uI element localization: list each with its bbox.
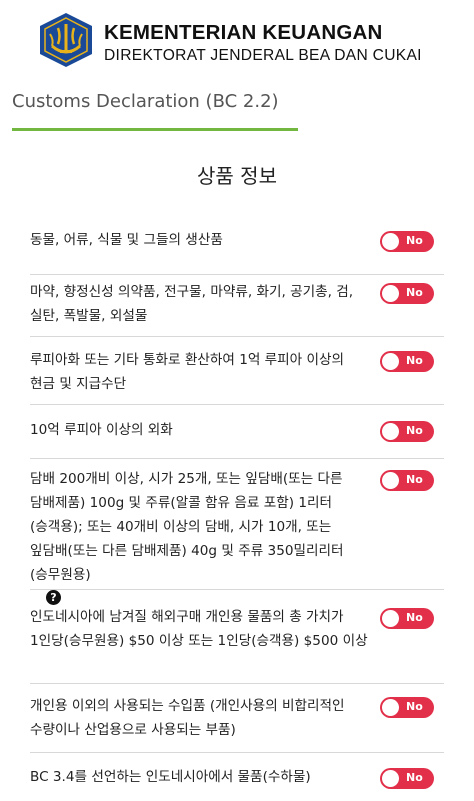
row-divider bbox=[30, 752, 444, 753]
declaration-toggle[interactable]: No bbox=[380, 470, 434, 491]
declaration-item-text: 10억 루피아 이상의 외화 bbox=[30, 422, 173, 438]
declaration-item-text: 마약, 향정신성 의약품, 전구물, 마약류, 화기, 공기총, 검, 실탄, … bbox=[30, 284, 354, 324]
row-divider bbox=[30, 458, 444, 459]
toggle-label: No bbox=[406, 611, 423, 624]
toggle-knob bbox=[382, 285, 399, 302]
toggle-label: No bbox=[406, 473, 423, 486]
toggle-label: No bbox=[406, 234, 423, 247]
section-title: 상품 정보 bbox=[197, 164, 277, 188]
row-divider bbox=[30, 336, 444, 337]
declaration-item: 담배 200개비 이상, 시가 25개, 또는 잎담배(또는 다른 담배제품) … bbox=[30, 467, 444, 605]
declaration-item-text: 인도네시아에 남겨질 해외구매 개인용 물품의 총 가치가 1인당(승무원용) … bbox=[30, 609, 368, 649]
declaration-toggle[interactable]: No bbox=[380, 421, 434, 442]
declaration-item-text: 동물, 어류, 식물 및 그들의 생산품 bbox=[30, 232, 223, 248]
ministry-logo-icon bbox=[40, 13, 92, 67]
directorate-name: DIREKTORAT JENDERAL BEA DAN CUKAI bbox=[104, 47, 422, 64]
declaration-toggle[interactable]: No bbox=[380, 768, 434, 789]
toggle-knob bbox=[382, 610, 399, 627]
ministry-name: KEMENTERIAN KEUANGAN bbox=[104, 21, 383, 44]
row-divider bbox=[30, 404, 444, 405]
declaration-toggle[interactable]: No bbox=[380, 608, 434, 629]
declaration-item-text: 개인용 이외의 사용되는 수입품 (개인사용의 비합리적인 수량이나 산업용으로… bbox=[30, 698, 345, 738]
declaration-toggle[interactable]: No bbox=[380, 231, 434, 252]
toggle-label: No bbox=[406, 700, 423, 713]
toggle-knob bbox=[382, 770, 399, 787]
toggle-knob bbox=[382, 353, 399, 370]
toggle-knob bbox=[382, 472, 399, 489]
toggle-label: No bbox=[406, 354, 423, 367]
row-divider bbox=[30, 683, 444, 684]
declaration-item: 개인용 이외의 사용되는 수입품 (개인사용의 비합리적인 수량이나 산업용으로… bbox=[30, 694, 444, 753]
header: KEMENTERIAN KEUANGAN DIREKTORAT JENDERAL… bbox=[0, 0, 474, 80]
declaration-item-text: 루피아화 또는 기타 통화로 환산하여 1억 루피아 이상의 현금 및 지급수단 bbox=[30, 352, 345, 392]
declaration-item: BC 3.4를 선언하는 인도네시아에서 물품(수하물) No bbox=[30, 765, 444, 795]
toggle-knob bbox=[382, 699, 399, 716]
declaration-item: 동물, 어류, 식물 및 그들의 생산품 No bbox=[30, 228, 444, 275]
row-divider bbox=[30, 274, 444, 275]
declaration-item-text: BC 3.4를 선언하는 인도네시아에서 물품(수하물) bbox=[30, 769, 311, 785]
declaration-item-text: 담배 200개비 이상, 시가 25개, 또는 잎담배(또는 다른 담배제품) … bbox=[30, 471, 344, 583]
declaration-item: 마약, 향정신성 의약품, 전구물, 마약류, 화기, 공기총, 검, 실탄, … bbox=[30, 280, 444, 337]
toggle-knob bbox=[382, 233, 399, 250]
declaration-toggle[interactable]: No bbox=[380, 283, 434, 304]
row-divider bbox=[30, 589, 444, 590]
tab-active-indicator bbox=[12, 128, 298, 131]
declaration-item: 인도네시아에 남겨질 해외구매 개인용 물품의 총 가치가 1인당(승무원용) … bbox=[30, 605, 444, 684]
toggle-label: No bbox=[406, 424, 423, 437]
declaration-item: 10억 루피아 이상의 외화 No bbox=[30, 418, 444, 459]
toggle-label: No bbox=[406, 286, 423, 299]
tab-customs-declaration[interactable]: Customs Declaration (BC 2.2) bbox=[12, 91, 279, 112]
toggle-knob bbox=[382, 423, 399, 440]
declaration-item: 루피아화 또는 기타 통화로 환산하여 1억 루피아 이상의 현금 및 지급수단… bbox=[30, 348, 444, 405]
declaration-toggle[interactable]: No bbox=[380, 697, 434, 718]
toggle-label: No bbox=[406, 771, 423, 784]
question-circle-icon[interactable]: ? bbox=[46, 590, 61, 605]
declaration-toggle[interactable]: No bbox=[380, 351, 434, 372]
